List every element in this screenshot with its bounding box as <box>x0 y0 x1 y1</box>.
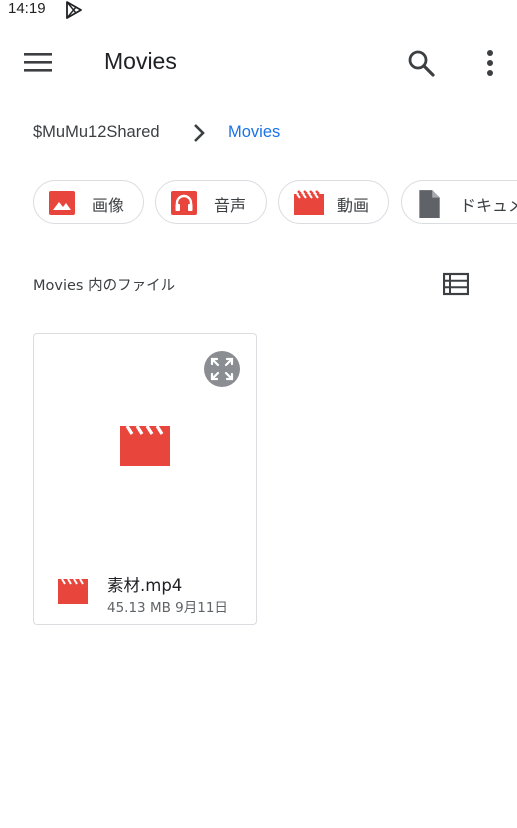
movie-icon <box>58 579 88 604</box>
more-vert-icon[interactable] <box>480 48 500 78</box>
chip-images[interactable]: 画像 <box>33 180 144 224</box>
breadcrumb-root[interactable]: $MuMu12Shared <box>33 123 160 142</box>
file-meta: 45.13 MB 9月11日 <box>107 600 228 616</box>
hamburger-menu-icon[interactable] <box>24 50 52 74</box>
status-bar: 14:19 <box>0 0 517 22</box>
fullscreen-icon[interactable] <box>204 351 240 387</box>
chip-label: ドキュメ <box>460 196 517 215</box>
image-icon <box>49 191 75 215</box>
filter-chips: 画像 音声 動画 ドキュメ <box>0 180 517 228</box>
movie-thumbnail-icon <box>120 426 170 466</box>
file-name: 素材.mp4 <box>107 576 183 595</box>
chip-documents[interactable]: ドキュメ <box>401 180 517 224</box>
section-title: Movies 内のファイル <box>33 278 176 294</box>
chip-label: 画像 <box>92 196 125 215</box>
chip-label: 動画 <box>337 196 370 215</box>
file-card[interactable]: 素材.mp4 45.13 MB 9月11日 <box>33 333 257 625</box>
page-title: Movies <box>104 48 177 74</box>
status-time: 14:19 <box>8 0 46 17</box>
document-icon <box>419 190 440 218</box>
movie-icon <box>294 190 324 215</box>
chip-label: 音声 <box>214 196 247 215</box>
files-screen: 14:19 Movies $MuMu12Shared Movies 画像 音声 … <box>0 0 517 828</box>
breadcrumb-current[interactable]: Movies <box>228 123 280 142</box>
chip-audio[interactable]: 音声 <box>155 180 267 224</box>
headphones-icon <box>171 191 197 215</box>
chip-video[interactable]: 動画 <box>278 180 389 224</box>
search-icon[interactable] <box>406 48 436 78</box>
app-bar: Movies <box>0 36 517 92</box>
chevron-right-icon <box>194 124 205 142</box>
play-store-icon <box>66 1 82 19</box>
list-view-icon[interactable] <box>443 272 469 296</box>
